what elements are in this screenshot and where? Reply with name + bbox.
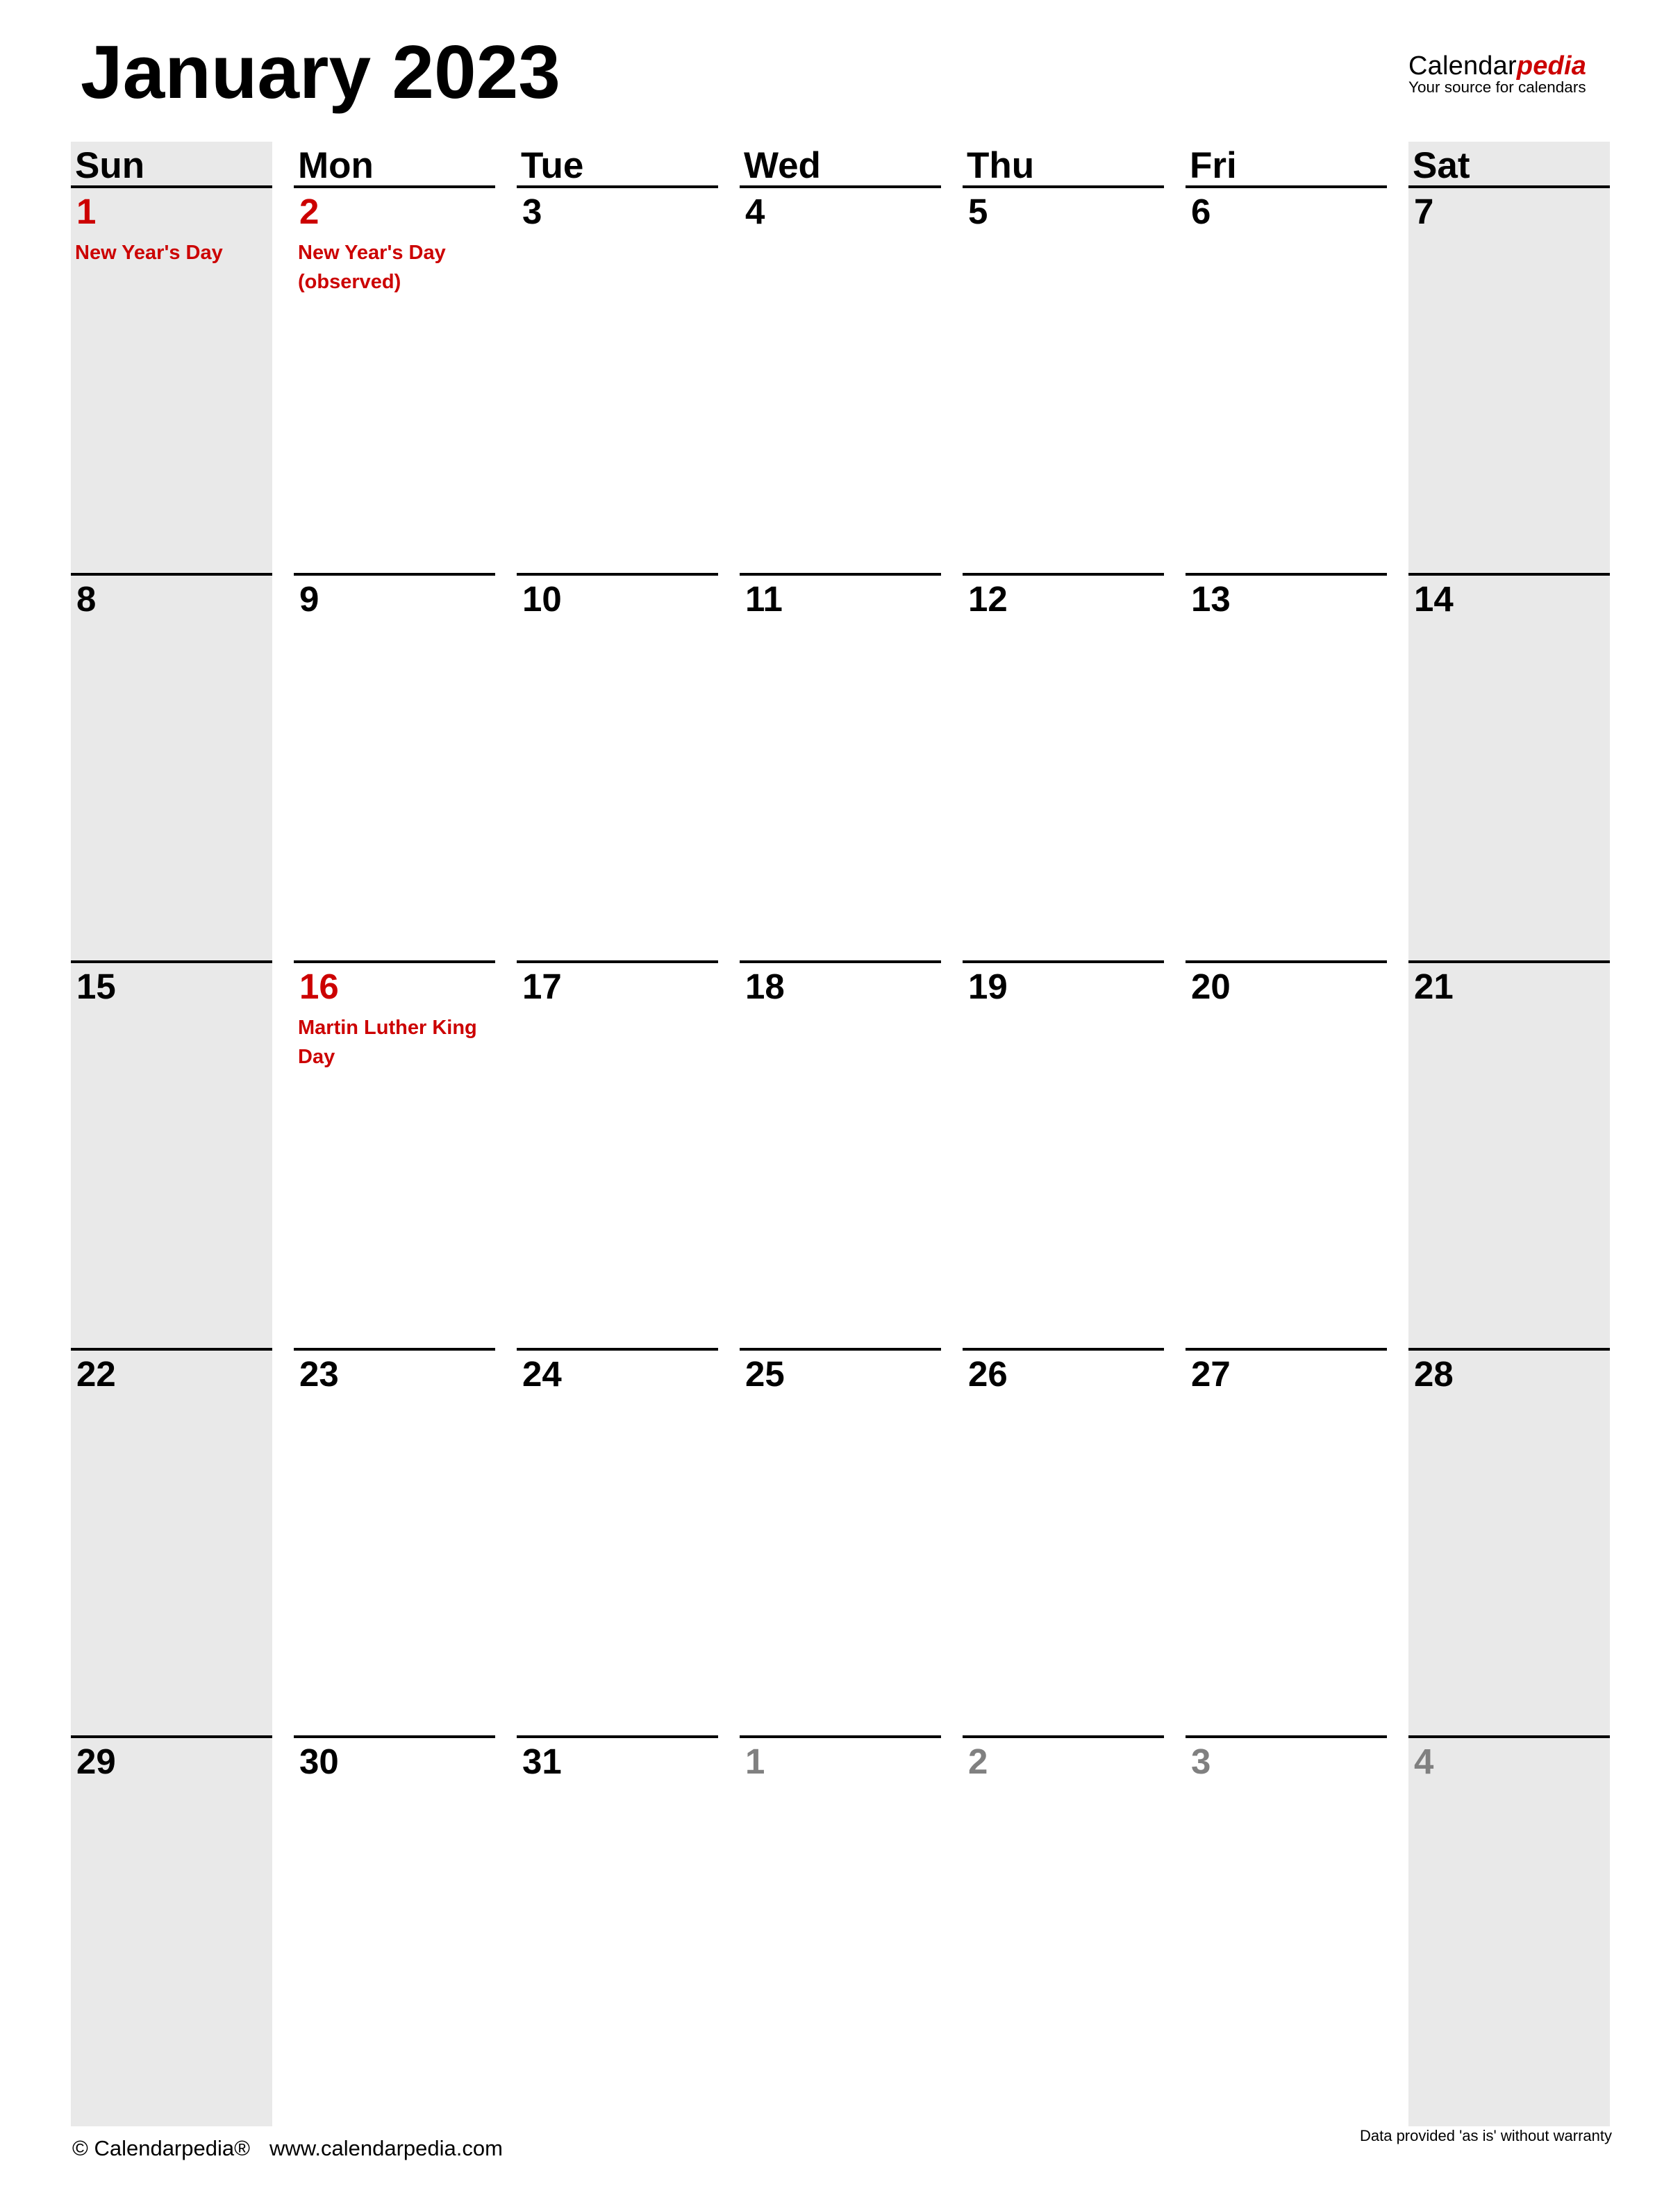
day-number: 26 bbox=[968, 1354, 1008, 1394]
day-cell[interactable]: 18 bbox=[740, 960, 941, 1348]
day-number: 16 bbox=[299, 967, 339, 1006]
footer-left: © Calendarpedia® www.calendarpedia.com bbox=[72, 2136, 503, 2161]
logo-wordmark: Calendarpedia bbox=[1408, 53, 1611, 79]
day-cell[interactable]: 8 bbox=[71, 573, 272, 960]
day-number: 30 bbox=[299, 1742, 339, 1781]
day-cell[interactable]: 3 bbox=[517, 188, 718, 573]
weekday-header-tue: Tue bbox=[517, 142, 718, 188]
logo-name-plain: Calendar bbox=[1408, 51, 1517, 81]
day-number: 6 bbox=[1191, 192, 1211, 231]
weekday-header-sun: Sun bbox=[71, 142, 272, 188]
day-cell[interactable]: 4 bbox=[1408, 1735, 1610, 2123]
day-number: 10 bbox=[522, 579, 562, 619]
day-cell[interactable]: 1 New Year's Day bbox=[71, 188, 272, 573]
day-number: 14 bbox=[1414, 579, 1454, 619]
day-number: 23 bbox=[299, 1354, 339, 1394]
day-cell[interactable]: 29 bbox=[71, 1735, 272, 2123]
day-cell[interactable]: 6 bbox=[1186, 188, 1387, 573]
day-cell[interactable]: 9 bbox=[294, 573, 495, 960]
day-cell[interactable]: 15 bbox=[71, 960, 272, 1348]
day-cell[interactable]: 20 bbox=[1186, 960, 1387, 1348]
day-number: 31 bbox=[522, 1742, 562, 1781]
weekday-label: Sun bbox=[75, 145, 145, 186]
logo-tagline: Your source for calendars bbox=[1408, 78, 1586, 96]
day-number: 24 bbox=[522, 1354, 562, 1394]
copyright-text: © Calendarpedia® bbox=[72, 2136, 250, 2160]
weekday-label: Sat bbox=[1413, 145, 1470, 186]
day-number: 22 bbox=[76, 1354, 116, 1394]
weekday-header-thu: Thu bbox=[963, 142, 1164, 188]
weekday-label: Wed bbox=[744, 145, 821, 186]
page-title: January 2023 bbox=[81, 30, 560, 115]
holiday-label: New Year's Day bbox=[75, 242, 223, 264]
day-cell[interactable]: 3 bbox=[1186, 1735, 1387, 2123]
day-cell[interactable]: 26 bbox=[963, 1348, 1164, 1735]
calendarpedia-logo[interactable]: Calendarpedia Your source for calendars bbox=[1408, 53, 1611, 96]
day-number: 11 bbox=[745, 579, 783, 619]
day-number: 8 bbox=[76, 579, 97, 619]
day-number: 4 bbox=[745, 192, 765, 231]
day-cell[interactable]: 21 bbox=[1408, 960, 1610, 1348]
day-cell[interactable]: 28 bbox=[1408, 1348, 1610, 1735]
day-cell[interactable]: 24 bbox=[517, 1348, 718, 1735]
weekday-header-sat: Sat bbox=[1408, 142, 1610, 188]
day-number: 28 bbox=[1414, 1354, 1454, 1394]
day-cell[interactable]: 10 bbox=[517, 573, 718, 960]
day-cell[interactable]: 4 bbox=[740, 188, 941, 573]
weekday-header-fri: Fri bbox=[1186, 142, 1387, 188]
weekday-label: Mon bbox=[298, 145, 374, 186]
day-number: 2 bbox=[299, 192, 319, 231]
day-number: 27 bbox=[1191, 1354, 1231, 1394]
day-cell[interactable]: 27 bbox=[1186, 1348, 1387, 1735]
day-cell[interactable]: 1 bbox=[740, 1735, 941, 2123]
next-month-day-number: 2 bbox=[968, 1742, 988, 1781]
day-cell[interactable]: 23 bbox=[294, 1348, 495, 1735]
day-cell[interactable]: 16 Martin Luther King Day bbox=[294, 960, 495, 1348]
day-cell[interactable]: 17 bbox=[517, 960, 718, 1348]
day-cell[interactable]: 19 bbox=[963, 960, 1164, 1348]
day-number: 17 bbox=[522, 967, 562, 1006]
day-number: 1 bbox=[76, 192, 97, 231]
disclaimer-text: Data provided 'as is' without warranty bbox=[1359, 2127, 1612, 2144]
day-cell[interactable]: 14 bbox=[1408, 573, 1610, 960]
day-number: 5 bbox=[968, 192, 988, 231]
day-number: 21 bbox=[1414, 967, 1454, 1006]
day-number: 29 bbox=[76, 1742, 116, 1781]
day-cell[interactable]: 11 bbox=[740, 573, 941, 960]
day-cell[interactable]: 13 bbox=[1186, 573, 1387, 960]
day-cell[interactable]: 12 bbox=[963, 573, 1164, 960]
day-cell[interactable]: 7 bbox=[1408, 188, 1610, 573]
weekday-header-mon: Mon bbox=[294, 142, 495, 188]
holiday-label: Martin Luther King Day bbox=[298, 1017, 477, 1068]
day-number: 25 bbox=[745, 1354, 785, 1394]
day-number: 13 bbox=[1191, 579, 1231, 619]
day-cell[interactable]: 31 bbox=[517, 1735, 718, 2123]
next-month-day-number: 1 bbox=[745, 1742, 765, 1781]
day-number: 9 bbox=[299, 579, 319, 619]
next-month-day-number: 3 bbox=[1191, 1742, 1211, 1781]
day-cell[interactable]: 25 bbox=[740, 1348, 941, 1735]
weekday-label: Fri bbox=[1190, 145, 1237, 186]
holiday-label: New Year's Day (observed) bbox=[298, 242, 446, 293]
day-number: 15 bbox=[76, 967, 116, 1006]
day-number: 3 bbox=[522, 192, 542, 231]
day-number: 18 bbox=[745, 967, 785, 1006]
logo-name-accent: pedia bbox=[1516, 51, 1587, 81]
day-cell[interactable]: 5 bbox=[963, 188, 1164, 573]
weekday-label: Tue bbox=[521, 145, 584, 186]
day-number: 12 bbox=[968, 579, 1008, 619]
day-number: 7 bbox=[1414, 192, 1434, 231]
day-cell[interactable]: 22 bbox=[71, 1348, 272, 1735]
day-cell[interactable]: 2 New Year's Day (observed) bbox=[294, 188, 495, 573]
day-number: 20 bbox=[1191, 967, 1231, 1006]
next-month-day-number: 4 bbox=[1414, 1742, 1434, 1781]
weekday-label: Thu bbox=[967, 145, 1035, 186]
weekday-header-wed: Wed bbox=[740, 142, 941, 188]
website-link[interactable]: www.calendarpedia.com bbox=[269, 2136, 503, 2160]
day-cell[interactable]: 30 bbox=[294, 1735, 495, 2123]
day-number: 19 bbox=[968, 967, 1008, 1006]
day-cell[interactable]: 2 bbox=[963, 1735, 1164, 2123]
